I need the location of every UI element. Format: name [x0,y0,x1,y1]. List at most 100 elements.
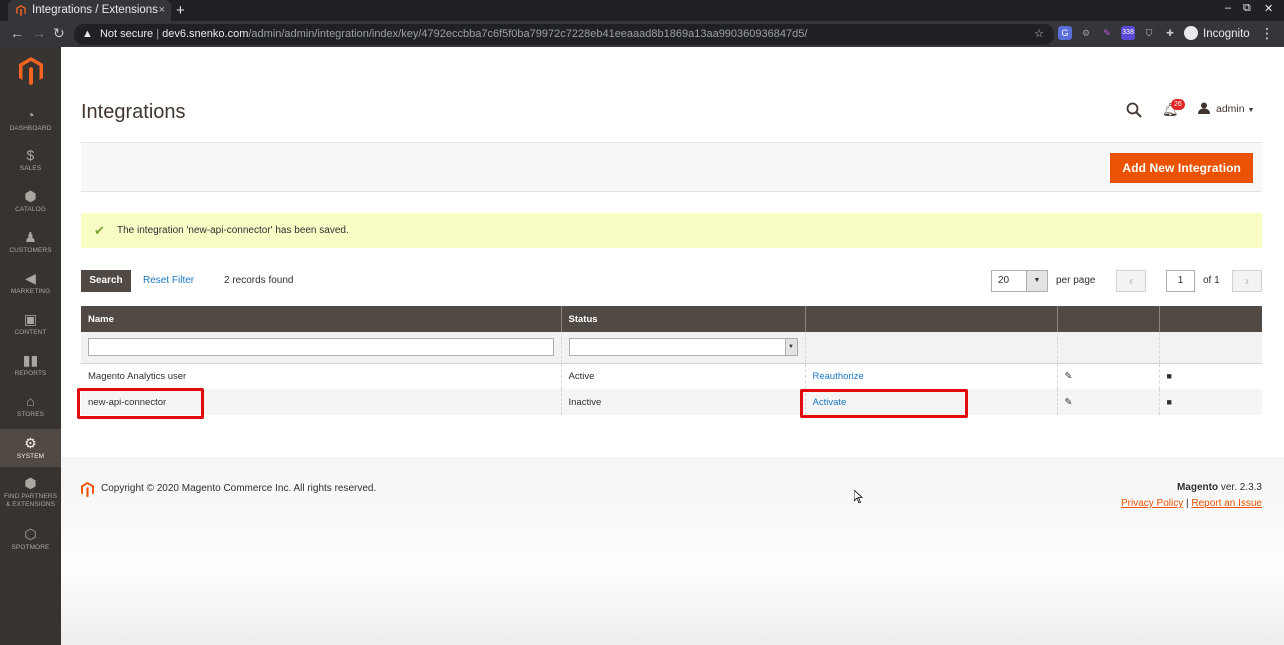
store-icon: ⌂ [26,393,35,409]
close-window-icon[interactable]: ✕ [1264,2,1273,15]
magento-logo-icon[interactable] [19,57,43,85]
edit-pencil-icon[interactable]: ✎ [1065,397,1073,408]
add-new-integration-button[interactable]: Add New Integration [1110,153,1253,183]
reauthorize-link[interactable]: Reauthorize [813,371,864,382]
chevron-down-icon: ▼ [1026,271,1047,291]
link-separator: | [1186,498,1189,509]
sidebar-item-dashboard[interactable]: ◔ DASHBOARD [0,107,61,147]
sidebar-item-system[interactable]: ⚙ SYSTEM [0,429,61,467]
hexagon-icon: ⬡ [24,526,37,542]
megaphone-icon: ◀ [25,270,36,286]
back-icon[interactable]: ← [10,25,24,41]
notifications-bell[interactable]: 🔔︎ 26 [1162,99,1185,118]
checkmark-icon: ✔ [94,223,105,238]
dashboard-icon: ◔ [26,107,35,123]
sidebar-item-label: SYSTEM [16,453,45,460]
reset-filter-link[interactable]: Reset Filter [143,275,194,286]
translate-extension-icon[interactable]: G [1058,26,1072,40]
sidebar-item-label: FIND PARTNERS & EXTENSIONS [3,493,58,508]
incognito-indicator[interactable]: Incognito [1184,26,1250,40]
per-page-select[interactable]: 20 ▼ [991,270,1048,292]
sidebar-item-label: CATALOG [15,206,46,213]
incognito-label: Incognito [1203,28,1250,40]
sidebar-item-reports[interactable]: ▮▮ REPORTS [0,352,61,392]
address-bar-row: ← → ↻ ▲ Not secure | dev6.snenko.com/adm… [0,21,1284,47]
success-message-text: The integration 'new-api-connector' has … [117,225,349,236]
sidebar-item-stores[interactable]: ⌂ STORES [0,393,61,433]
sidebar-item-spotmore[interactable]: ⬡ SPOTMORE [0,526,61,566]
delete-trash-icon[interactable]: ■ [1167,371,1172,381]
restore-icon[interactable]: ⧉ [1243,2,1251,15]
name-filter-input[interactable] [88,338,554,357]
user-menu[interactable]: admin ▼ [1198,102,1254,115]
puzzle-extension-icon[interactable]: ✚ [1163,26,1177,40]
grid-filter-row: ▼ [81,332,1262,364]
highlight-box-name [77,388,204,419]
new-tab-button[interactable]: + [176,0,185,21]
mouse-cursor-icon [854,490,863,503]
edit-pencil-icon[interactable]: ✎ [1065,371,1073,382]
chevron-right-icon: › [1245,274,1249,288]
search-button[interactable]: Search [81,270,131,292]
bookmark-star-icon[interactable]: ☆ [1034,24,1044,45]
records-count: 2 records found [224,275,294,286]
status-filter-select[interactable]: ▼ [568,338,798,357]
user-name: admin [1216,103,1245,115]
delete-trash-icon[interactable]: ■ [1167,397,1172,407]
highlight-box-activate [800,389,968,418]
chevron-down-icon: ▼ [1247,107,1255,114]
version-number: ver. 2.3.3 [1218,482,1262,493]
person-icon: ♟ [24,229,37,245]
page-number-input[interactable]: 1 [1166,270,1195,292]
report-issue-link[interactable]: Report an Issue [1191,498,1262,509]
admin-sidebar: ◔ DASHBOARD $ SALES ⬢ CATALOG ♟ CUSTOMERS ◀ M… [0,47,61,645]
sidebar-item-label: STORES [16,411,45,418]
browser-tab[interactable]: Integrations / Extensions × [8,0,171,21]
shield-extension-icon[interactable]: ⛉ [1142,26,1156,40]
page-actions-bar: Add New Integration [81,142,1262,192]
sidebar-item-label: MARKETING [10,288,51,295]
url-host: dev6.snenko.com [162,28,249,40]
next-page-button[interactable]: › [1232,270,1262,292]
previous-page-button[interactable]: ‹ [1116,270,1146,292]
sidebar-item-find-partners[interactable]: ⬢ FIND PARTNERS & EXTENSIONS [0,475,61,515]
integration-status: Active [560,363,805,389]
sidebar-item-sales[interactable]: $ SALES [0,147,61,187]
privacy-policy-link[interactable]: Privacy Policy [1121,498,1183,509]
sidebar-item-marketing[interactable]: ◀ MARKETING [0,270,61,310]
url-path: /admin/admin/integration/index/key/4792e… [248,28,808,40]
pen-extension-icon[interactable]: ✎ [1100,26,1114,40]
tab-close-icon[interactable]: × [159,0,165,21]
column-header-name[interactable]: Name [81,306,561,332]
sidebar-item-catalog[interactable]: ⬢ CATALOG [0,188,61,228]
per-page-value: 20 [998,275,1010,286]
sidebar-item-customers[interactable]: ♟ CUSTOMERS [0,229,61,269]
search-icon[interactable] [1126,102,1142,118]
column-header-status[interactable]: Status [560,306,805,332]
browser-menu-icon[interactable]: ⋮ [1260,25,1274,42]
url-input[interactable]: ▲ Not secure | dev6.snenko.com/admin/adm… [74,24,1054,45]
grid-header-row: Name Status [81,306,1262,332]
browser-tab-strip: Integrations / Extensions × + – ⧉ ✕ [0,0,1284,21]
integrations-grid: Name Status ▼ Magento Analytics user Act… [81,306,1262,415]
forward-icon[interactable]: → [32,25,46,41]
magento-favicon-icon [16,5,26,16]
bar-chart-icon: ▮▮ [22,352,39,368]
sidebar-item-content[interactable]: ▣ CONTENT [0,311,61,351]
incognito-icon [1184,26,1198,40]
footer-links: Privacy Policy | Report an Issue [1121,498,1262,509]
sidebar-item-label: DASHBOARD [9,125,52,132]
integration-name: Magento Analytics user [81,363,561,389]
page-title: Integrations [81,101,186,123]
sidebar-item-label: REPORTS [14,370,47,377]
column-header-action [804,306,1057,332]
settings-extension-icon[interactable]: ⚙ [1079,26,1093,40]
notification-count-badge: 26 [1171,99,1185,110]
reload-icon[interactable]: ↻ [53,25,65,42]
browser-tab-title: Integrations / Extensions [32,4,158,16]
main-content: Integrations 🔔︎ 26 admin ▼ Add New Integr… [61,47,1284,645]
extension-badge-icon[interactable]: 338 [1121,26,1135,40]
security-label: Not secure [99,28,154,40]
minimize-icon[interactable]: – [1225,2,1231,14]
sidebar-item-label: CUSTOMERS [9,247,52,254]
